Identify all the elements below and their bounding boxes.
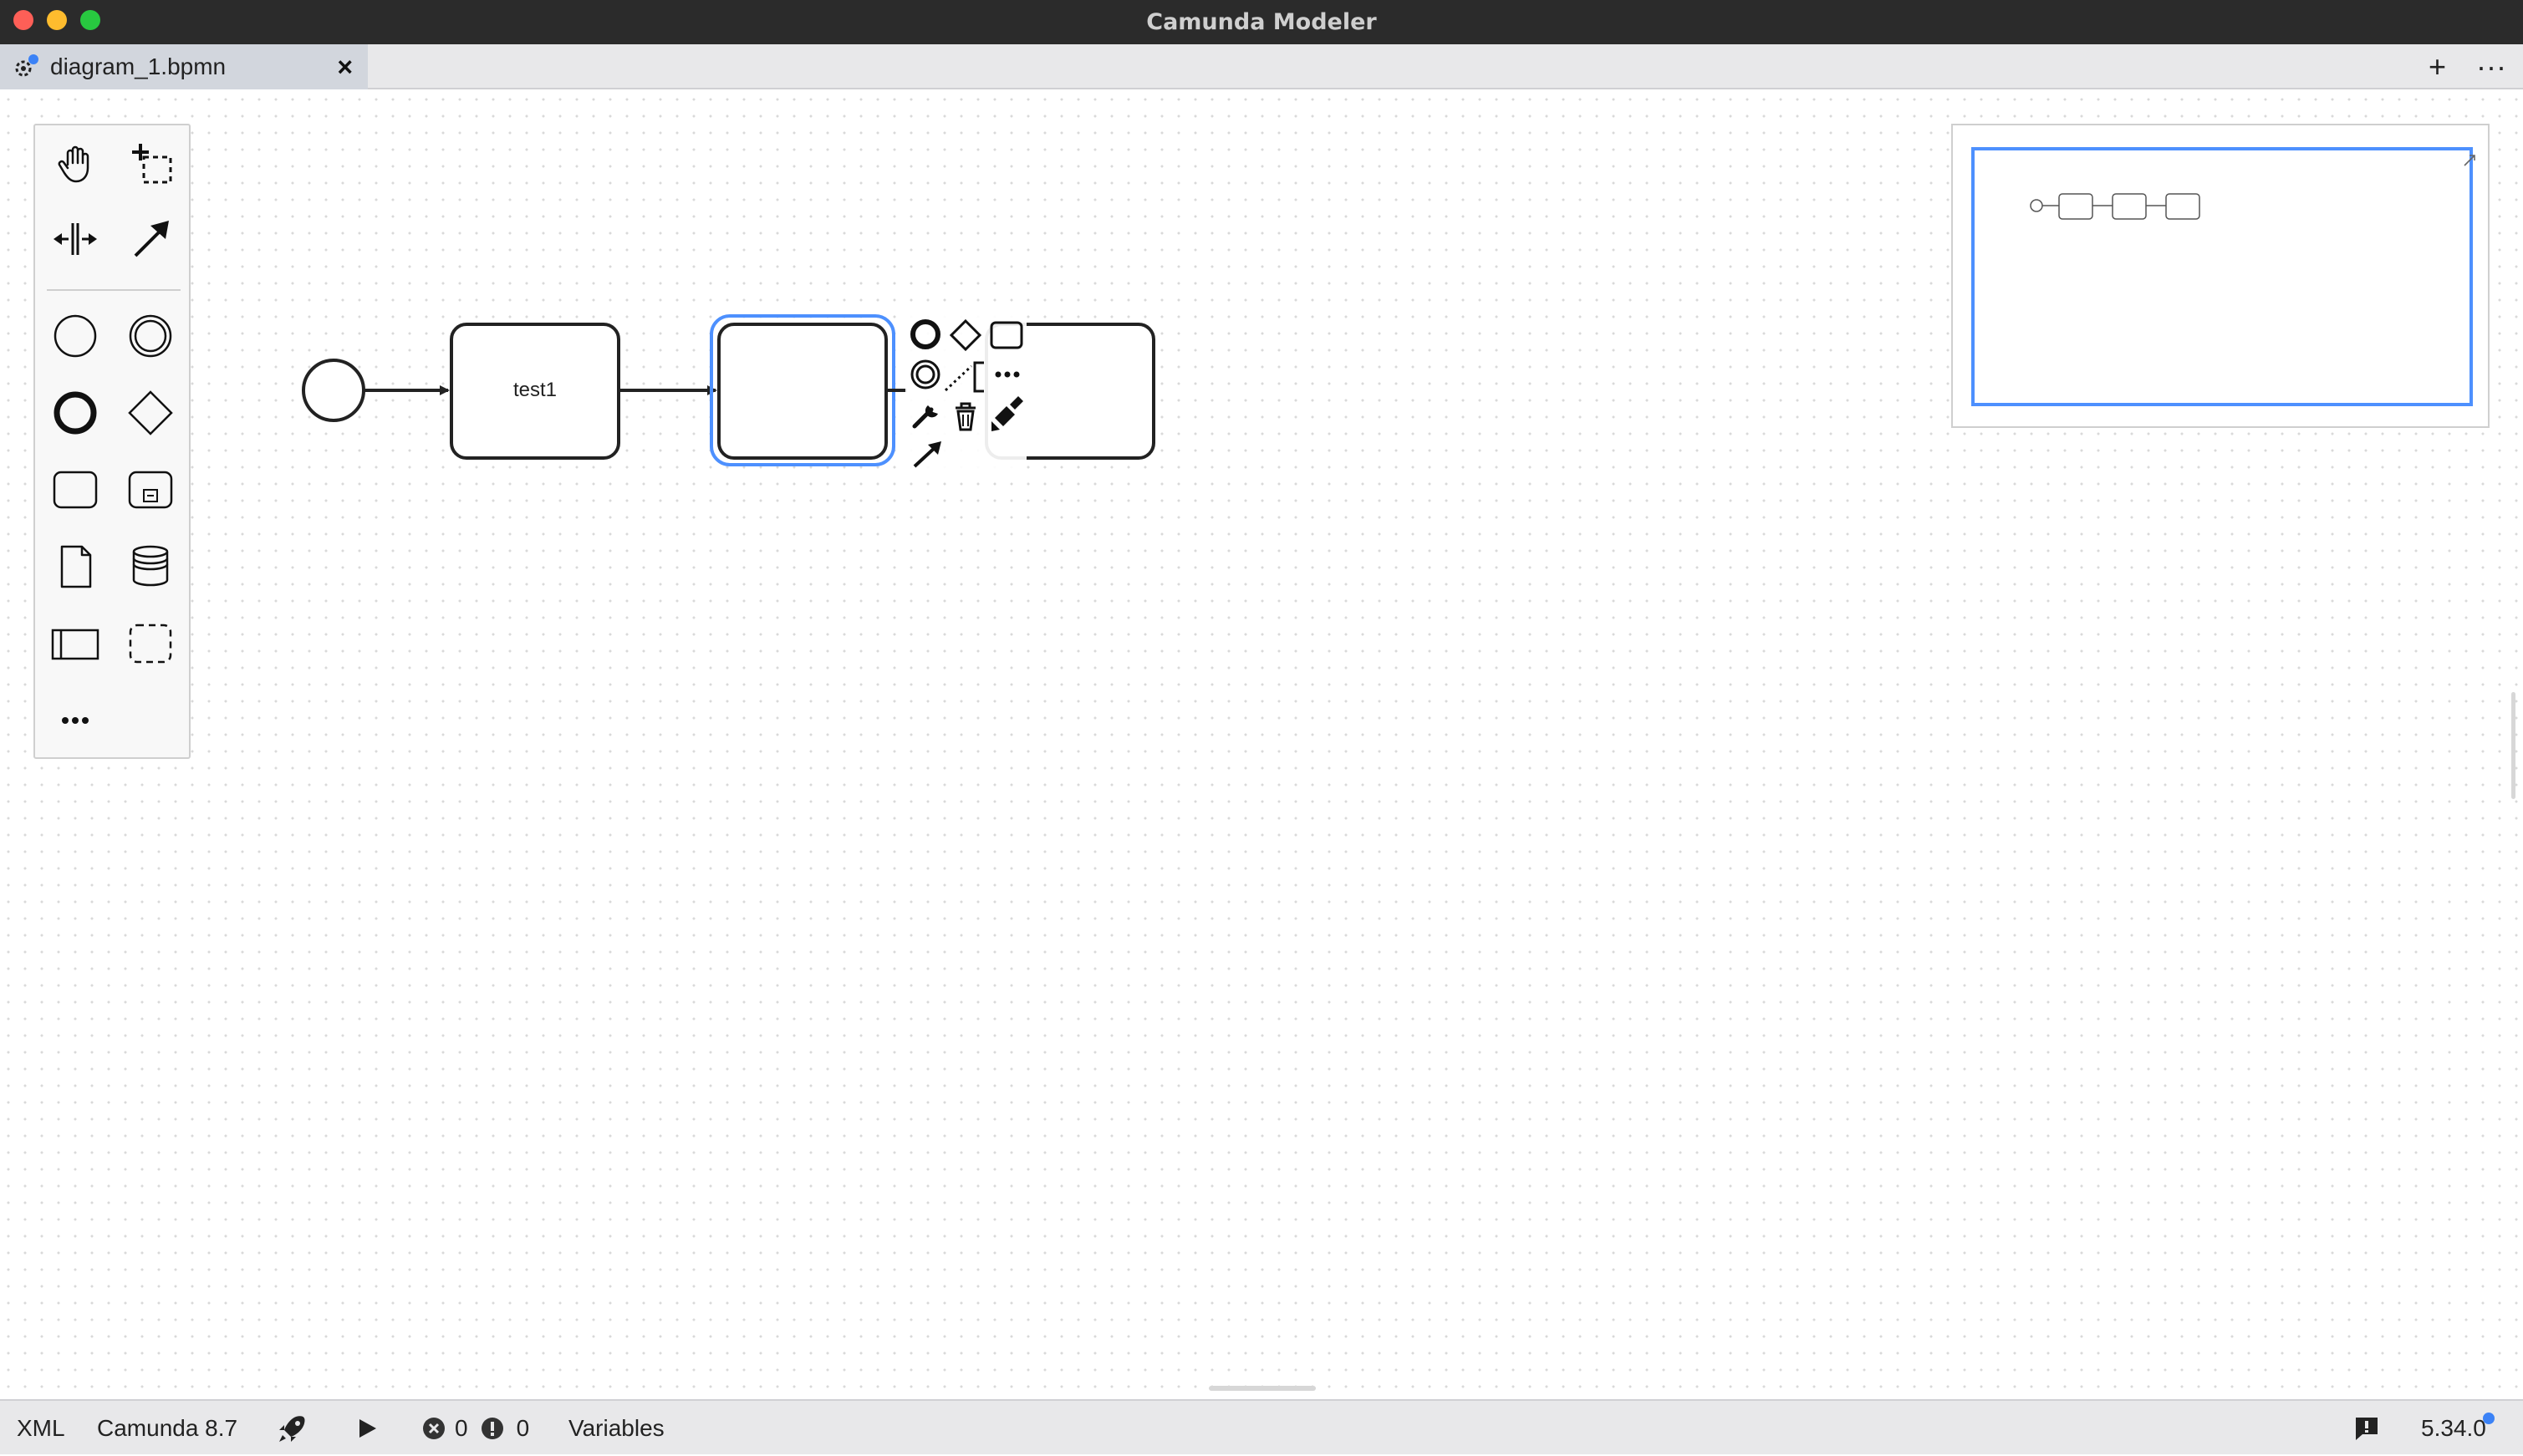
problems-button[interactable]: 0 0 xyxy=(421,1401,529,1456)
minimap[interactable] xyxy=(1951,124,2490,428)
variables-button[interactable]: Variables xyxy=(568,1401,665,1456)
properties-panel-drag-handle[interactable] xyxy=(2511,692,2515,799)
create-pool-icon[interactable] xyxy=(48,617,102,670)
error-count: 0 xyxy=(455,1415,468,1441)
create-data-object-icon[interactable] xyxy=(48,540,102,593)
minimap-toggle-icon[interactable] xyxy=(2463,154,2476,171)
task-test1[interactable]: test1 xyxy=(450,323,620,460)
variables-label: Variables xyxy=(568,1415,665,1441)
create-gateway-icon[interactable] xyxy=(124,386,177,440)
space-tool-icon[interactable] xyxy=(48,212,102,266)
minimap-preview xyxy=(2030,193,2200,220)
error-icon xyxy=(423,1418,445,1439)
global-connect-tool-icon[interactable] xyxy=(124,212,177,266)
more-elements-icon[interactable] xyxy=(48,694,102,747)
palette-separator xyxy=(47,289,181,291)
deploy-rocket-icon[interactable] xyxy=(276,1401,309,1456)
task-selected[interactable] xyxy=(710,314,895,466)
engine-version-label: Camunda 8.7 xyxy=(97,1415,238,1441)
create-start-event-icon[interactable] xyxy=(48,309,102,363)
status-bar: XML Camunda 8.7 0 0 Variables 5.34.0 xyxy=(0,1399,2523,1454)
version-info-button[interactable]: 5.34.0 xyxy=(2421,1401,2495,1456)
more-options-icon[interactable] xyxy=(995,371,1020,378)
lasso-tool-icon[interactable] xyxy=(124,137,177,191)
create-group-icon[interactable] xyxy=(124,617,177,670)
version-label: 5.34.0 xyxy=(2421,1415,2486,1441)
create-task-icon[interactable] xyxy=(48,463,102,517)
start-event[interactable] xyxy=(302,359,365,422)
xml-view-button[interactable]: XML xyxy=(17,1401,65,1456)
warning-icon xyxy=(481,1418,503,1439)
create-data-store-icon[interactable] xyxy=(124,540,177,593)
warning-count: 0 xyxy=(516,1415,530,1441)
tool-palette xyxy=(33,124,191,759)
feedback-icon[interactable] xyxy=(2352,1401,2381,1456)
context-pad xyxy=(905,311,1027,475)
create-intermediate-event-icon[interactable] xyxy=(124,309,177,363)
minimap-viewport[interactable] xyxy=(1971,147,2473,406)
start-instance-play-icon[interactable] xyxy=(354,1401,380,1456)
create-end-event-icon[interactable] xyxy=(48,386,102,440)
task-label: test1 xyxy=(513,379,557,401)
update-dot xyxy=(2482,1413,2495,1424)
create-subprocess-icon[interactable] xyxy=(124,463,177,517)
hand-tool-icon[interactable] xyxy=(48,137,102,191)
engine-version-button[interactable]: Camunda 8.7 xyxy=(97,1401,237,1456)
bottom-panel-drag-handle[interactable] xyxy=(1209,1386,1316,1391)
xml-label: XML xyxy=(17,1415,65,1441)
